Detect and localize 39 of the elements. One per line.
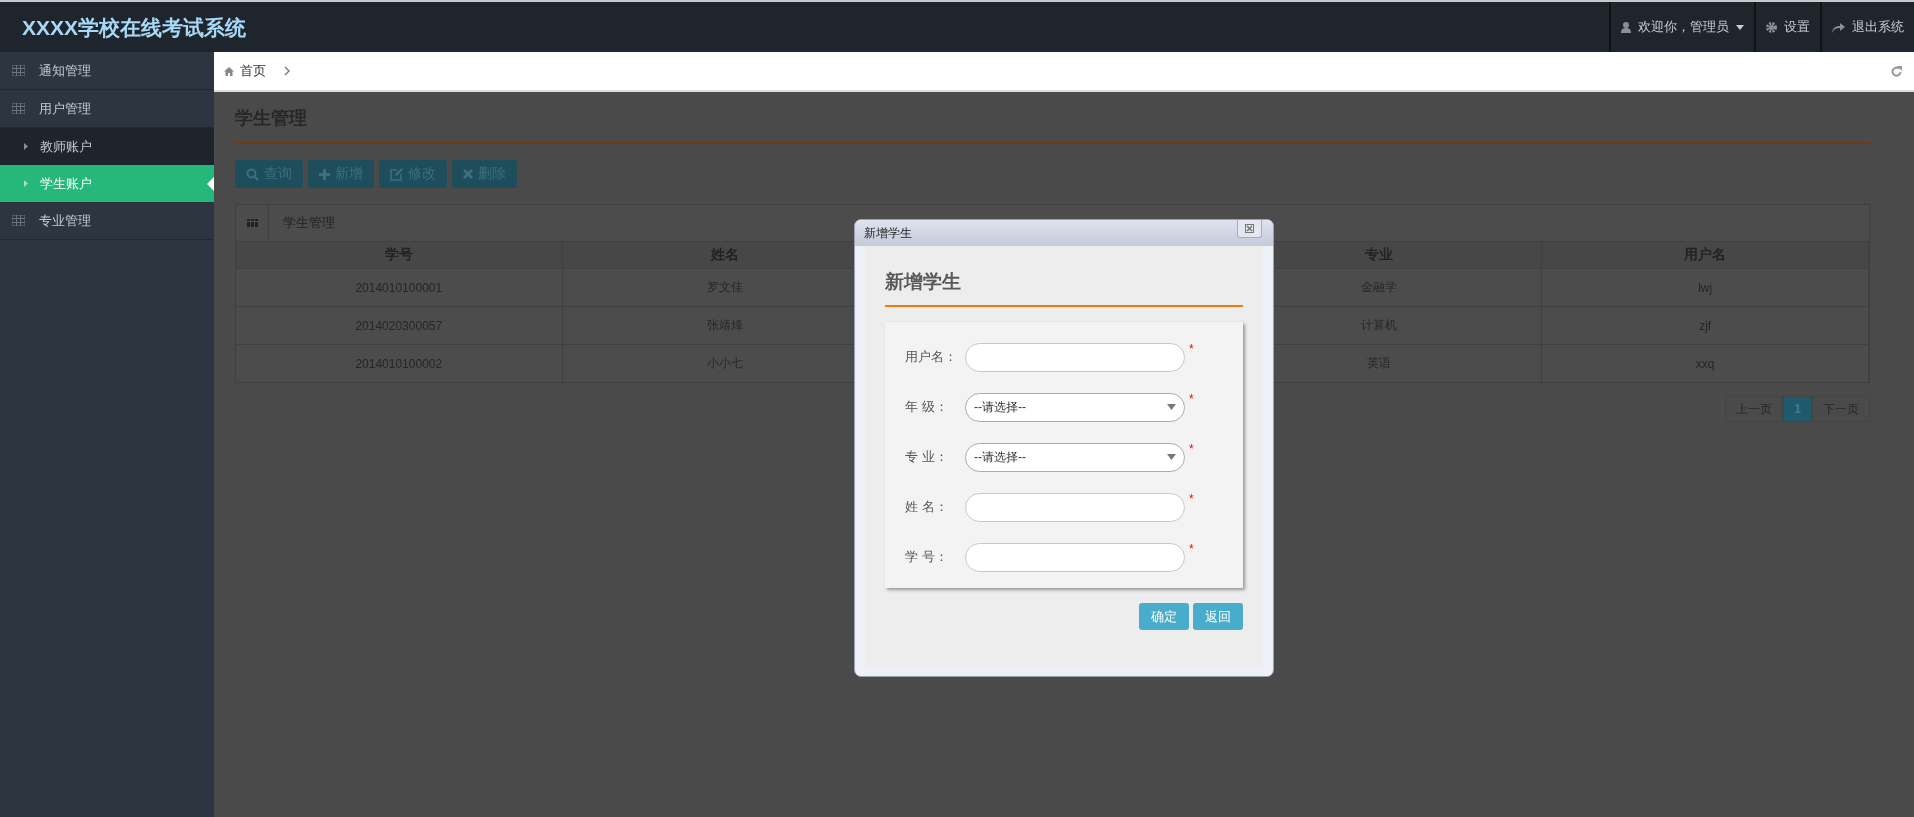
grid-icon [12, 215, 25, 226]
share-arrow-icon [1832, 21, 1845, 33]
required-mark: * [1189, 492, 1194, 506]
required-mark: * [1189, 442, 1194, 456]
required-mark: * [1189, 392, 1194, 406]
close-icon [463, 169, 473, 179]
home-icon [224, 66, 234, 76]
grid-icon [12, 103, 25, 114]
field-label: 姓 名： [904, 498, 949, 516]
caret-right-icon [24, 180, 28, 187]
close-icon [1245, 224, 1254, 233]
select-field[interactable]: --请选择-- [965, 442, 1185, 472]
required-mark: * [1189, 342, 1194, 356]
user-icon [1621, 21, 1631, 33]
close-button[interactable] [1237, 220, 1262, 238]
field-label: 学 号： [904, 548, 949, 566]
caret-icon [1167, 454, 1176, 460]
caret-right-icon [24, 143, 28, 150]
field-label: 年 级： [904, 398, 949, 416]
plus-icon [319, 168, 330, 180]
edit-icon [390, 167, 403, 181]
breadcrumb-link[interactable]: 首页 [240, 62, 266, 80]
app-title: XXXX学校在线考试系统 [21, 15, 248, 41]
caret-icon [1736, 24, 1744, 30]
input-field[interactable] [965, 342, 1185, 372]
chevron-right-icon [284, 66, 290, 76]
field-label: 用户名： [904, 348, 958, 366]
search-icon [246, 167, 259, 181]
required-mark: * [1189, 542, 1194, 556]
sidebar-subitem[interactable]: 教师账户 [0, 128, 214, 165]
dialog-title: 新增学生 [864, 224, 912, 242]
select-field[interactable]: --请选择-- [965, 392, 1185, 422]
refresh-icon[interactable] [1891, 65, 1902, 77]
grid-icon [246, 219, 258, 227]
input-field[interactable] [965, 542, 1185, 572]
input-field[interactable] [965, 492, 1185, 522]
field-label: 专 业： [904, 448, 949, 466]
caret-icon [1167, 404, 1176, 410]
grid-icon [12, 65, 25, 76]
